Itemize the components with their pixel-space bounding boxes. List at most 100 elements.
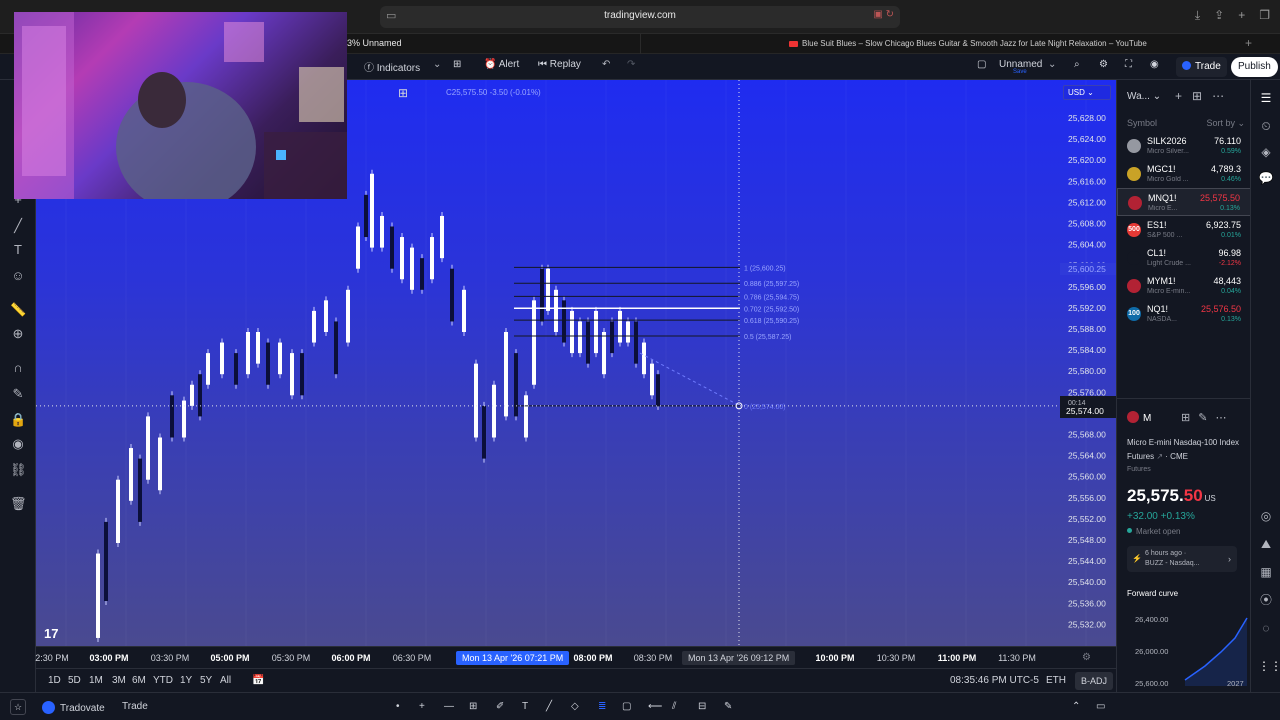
session-toggle[interactable]: ETH <box>1046 675 1066 686</box>
visibility-eye-icon[interactable]: ◉ <box>10 436 26 452</box>
shape-tool-icon[interactable]: ◇ <box>571 701 579 712</box>
text-icon[interactable]: T <box>522 701 528 712</box>
clock-readout[interactable]: 08:35:46 PM UTC-5 <box>950 675 1039 686</box>
grid-icon[interactable]: ⊞ <box>1181 412 1198 424</box>
column-symbol[interactable]: Symbol <box>1127 118 1157 128</box>
new-tab-plus-icon[interactable]: + <box>1245 36 1252 50</box>
trade-button[interactable]: Trade <box>1176 57 1227 77</box>
ray-icon[interactable]: ⟵ <box>648 701 662 712</box>
undo-icon[interactable]: ↶ <box>602 59 610 70</box>
details-more-icon[interactable]: ⋯ <box>1215 412 1234 424</box>
price-axis[interactable]: 25,628.00 25,624.00 25,620.00 25,616.00 25,6… <box>1060 80 1116 646</box>
range-button[interactable]: 3M <box>112 675 126 686</box>
tab-overview-icon[interactable]: ❐ <box>1259 8 1270 23</box>
horizontal-line-icon[interactable]: — <box>444 701 454 712</box>
ideas-icon[interactable]: ⛰ <box>1258 536 1274 552</box>
details-symbol[interactable]: M <box>1127 411 1151 424</box>
broadcast-icon[interactable]: ◌ <box>1258 620 1274 636</box>
more-options-icon[interactable]: ⋯ <box>1212 89 1234 103</box>
edit-icon[interactable]: ✎ <box>1198 412 1215 424</box>
watchlist-row[interactable]: SILK2026 Micro Silver... 76.110 0.59% <box>1117 132 1251 160</box>
range-button[interactable]: 1D <box>48 675 61 686</box>
calendar-icon[interactable]: ▦ <box>1258 564 1274 580</box>
measure-icon[interactable]: ⊟ <box>698 701 706 712</box>
dom-grid-icon[interactable]: ⋮⋮ <box>1258 658 1280 674</box>
column-sort[interactable]: Sort by ⌄ <box>1206 118 1245 129</box>
address-bar[interactable]: ▭ tradingview.com ▣ ↻ <box>380 6 900 28</box>
zoom-in-icon[interactable]: ⊕ <box>10 326 26 342</box>
watchlist-row[interactable]: 100 NQ1! NASDA... 25,576.50 0.13% <box>1117 300 1251 328</box>
templates-icon[interactable]: ⊞ <box>453 59 461 70</box>
layout-icon[interactable]: ▢ <box>977 59 986 70</box>
watchlist-row[interactable]: MNQ1! Micro E... 25,575.50 0.13% <box>1117 188 1251 216</box>
watchlist-row[interactable]: CL1! Light Crude ... 96.98 -2.12% <box>1117 244 1251 272</box>
snapshot-camera-icon[interactable]: ◉ <box>1150 59 1159 70</box>
brush-icon[interactable]: ✐ <box>496 701 504 712</box>
settings-gear-icon[interactable]: ⚙ <box>1099 59 1108 70</box>
news-item[interactable]: ⚡ 6 hours ago · BUZZ - Nasdaq... › <box>1127 546 1237 572</box>
collapse-up-icon[interactable]: ⌃ <box>1072 701 1080 712</box>
watchlist-title[interactable]: Wa... ⌄ <box>1127 91 1161 102</box>
indicators-dropdown-icon[interactable]: ⌄ <box>433 59 441 70</box>
range-button[interactable]: YTD <box>153 675 173 686</box>
object-tree-icon[interactable]: ⊞ <box>398 86 408 100</box>
reload-icon[interactable]: ▣ ↻ <box>873 9 894 20</box>
add-symbol-icon[interactable]: + <box>1175 89 1192 103</box>
share-icon[interactable]: ⇪ <box>1214 8 1224 23</box>
cursor-dot-icon[interactable]: • <box>396 701 400 712</box>
trend-line-icon[interactable]: ╱ <box>10 218 26 234</box>
lock-icon[interactable]: 🔒 <box>10 412 26 428</box>
range-button[interactable]: 6M <box>132 675 146 686</box>
trash-icon[interactable]: 🗑 <box>10 496 27 512</box>
pen-icon[interactable]: ✎ <box>724 701 732 712</box>
time-axis[interactable]: Mon 13 Apr '26 07:21 PM Mon 13 Apr '26 0… <box>35 646 1116 668</box>
layout-dropdown-icon[interactable]: ⌄ <box>1048 59 1056 70</box>
watchlist-row[interactable]: MGC1! Micro Gold ... 4,789.3 0.46% <box>1117 160 1251 188</box>
external-link-icon[interactable]: ↗ <box>1156 452 1163 461</box>
range-button[interactable]: 5Y <box>200 675 212 686</box>
ruler-icon[interactable]: 📏 <box>10 302 26 318</box>
parallel-channel-icon[interactable]: ⫽ <box>672 701 676 712</box>
stay-in-drawing-icon[interactable]: ✎ <box>10 386 26 402</box>
star-icon[interactable]: ☆ <box>10 699 26 715</box>
download-icon[interactable]: ⤓ <box>1195 8 1200 23</box>
currency-selector[interactable]: USD ⌄ <box>1063 85 1111 100</box>
chat-icon[interactable]: 💬 <box>1258 170 1274 186</box>
tab-tradingview[interactable]: 3% Unnamed <box>347 38 402 48</box>
trade-tab[interactable]: Trade <box>122 701 148 712</box>
line-tool-icon[interactable]: ╱ <box>546 701 552 712</box>
broker-tab[interactable]: Tradovate <box>42 701 105 714</box>
crosshair-tool-icon[interactable]: + <box>419 701 425 712</box>
search-icon[interactable]: ⌕ <box>1074 59 1080 70</box>
layers-icon[interactable]: ◈ <box>1258 144 1274 160</box>
emoji-icon[interactable]: ☺ <box>10 268 26 284</box>
adjustment-toggle[interactable]: B-ADJ <box>1075 672 1114 690</box>
text-tool-icon[interactable]: T <box>10 242 26 258</box>
maximize-panel-icon[interactable]: ▭ <box>1096 701 1105 712</box>
fullscreen-icon[interactable]: ⛶ <box>1125 59 1132 70</box>
redo-icon[interactable]: ↷ <box>627 59 635 70</box>
rectangle-icon[interactable]: ▢ <box>622 701 631 712</box>
link-icon[interactable]: ⛓ <box>10 462 27 478</box>
time-axis-settings-icon[interactable]: ⚙ <box>1082 652 1091 663</box>
advanced-view-icon[interactable]: ⊞ <box>1192 89 1212 103</box>
indicators-button[interactable]: ⓕ Indicators <box>364 59 420 74</box>
goto-date-icon[interactable]: 📅 <box>252 675 264 686</box>
range-button[interactable]: 1M <box>89 675 103 686</box>
streams-icon[interactable]: ⦿ <box>1258 592 1274 608</box>
fib-tool-icon[interactable]: ⊞ <box>469 701 477 712</box>
magnet-icon[interactable]: ∩ <box>10 360 26 376</box>
replay-button[interactable]: ⏮ Replay <box>538 59 581 70</box>
watchlist-icon[interactable]: ☰ <box>1258 90 1274 106</box>
range-button[interactable]: All <box>220 675 231 686</box>
new-tab-icon[interactable]: + <box>1238 8 1245 23</box>
range-button[interactable]: 5D <box>68 675 81 686</box>
range-button[interactable]: 1Y <box>180 675 192 686</box>
watchlist-row[interactable]: MYM1! Micro E-min... 48,443 0.04% <box>1117 272 1251 300</box>
alerts-clock-icon[interactable]: ⏲ <box>1258 118 1274 134</box>
alert-button[interactable]: ⏰ Alert <box>484 59 519 70</box>
target-icon[interactable]: ◎ <box>1258 508 1274 524</box>
publish-button[interactable]: Publish <box>1231 57 1278 77</box>
watchlist-row[interactable]: 500 ES1! S&P 500 ... 6,923.75 0.01% <box>1117 216 1251 244</box>
tab-youtube[interactable]: Blue Suit Blues – Slow Chicago Blues Gui… <box>640 34 1260 54</box>
